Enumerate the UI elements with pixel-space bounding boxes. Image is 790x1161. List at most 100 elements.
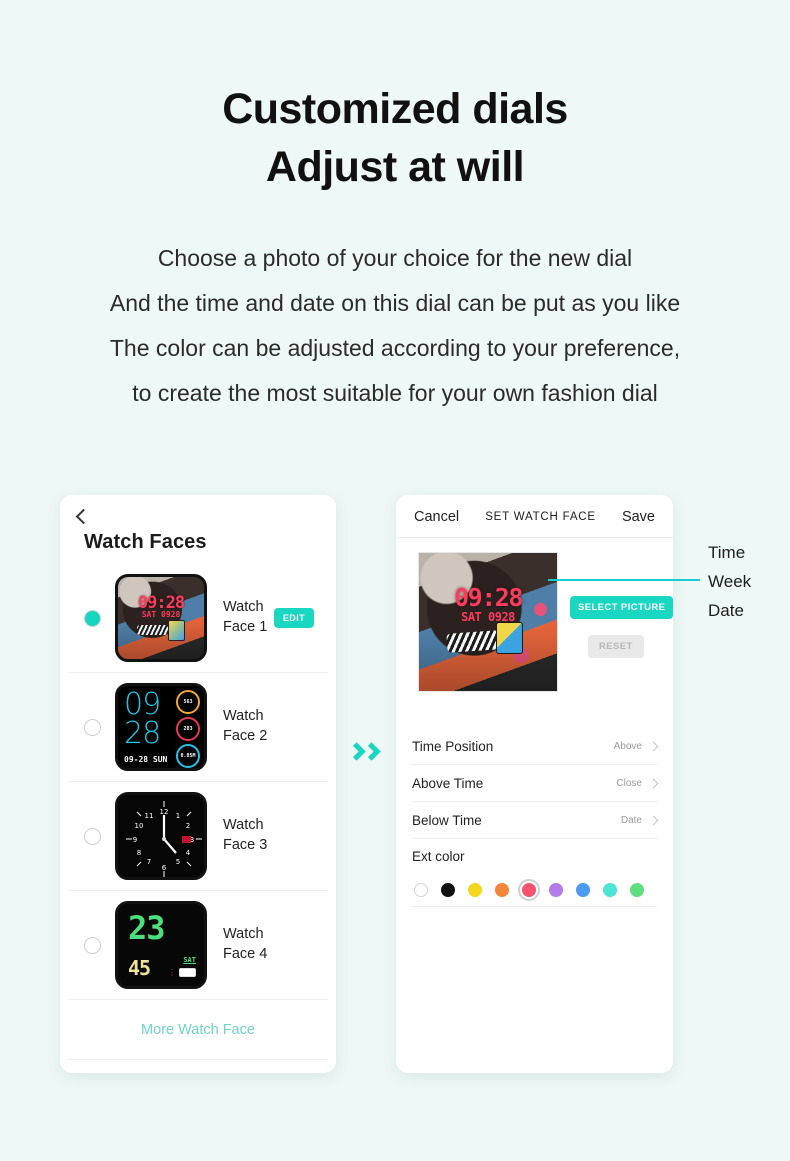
svg-text:11: 11 xyxy=(145,812,154,820)
watch-face-2-label: Watch Face 2 xyxy=(223,707,314,746)
svg-text:8: 8 xyxy=(137,849,141,857)
setting-value: Close xyxy=(616,777,642,789)
label-line-1: Watch xyxy=(223,708,264,725)
digital-minute: 28 xyxy=(124,716,161,751)
watch-face-preview[interactable]: 09:28 SAT 0928 xyxy=(418,552,558,692)
watch-face-3-label: Watch Face 3 xyxy=(223,816,314,855)
preview-dot-shape xyxy=(534,602,548,616)
svg-text:10: 10 xyxy=(135,822,144,830)
reset-button[interactable]: RESET xyxy=(588,635,644,658)
watch-face-4-thumbnail: 23 45 SAT ⋮ xyxy=(115,901,207,989)
watch-face-2-thumbnail: 09 28 563 283 0.05M 09-28 SUN xyxy=(115,683,207,771)
swatch-yellow[interactable] xyxy=(468,882,482,897)
edit-button[interactable]: EDIT xyxy=(273,608,314,628)
label-line-2: Face 3 xyxy=(223,837,268,853)
svg-text:2: 2 xyxy=(186,822,190,830)
subtitle-line-1: Choose a photo of your choice for the ne… xyxy=(157,245,633,271)
set-watch-face-screen: Cancel SET WATCH FACE Save 09:28 SAT 092… xyxy=(396,495,673,1073)
thumb-subtext: SAT 0928 xyxy=(141,609,181,619)
list-item[interactable]: 09:28 SAT 0928 Watch Face 1 EDIT xyxy=(68,564,328,673)
select-picture-button[interactable]: SELECT PICTURE xyxy=(570,596,674,619)
heart-rate-ring: 283 xyxy=(176,717,200,741)
watch-faces-screen: Watch Faces 09:28 SAT 0928 Watch Face 1 xyxy=(60,495,336,1073)
watch-face-3-thumbnail: 12 1 2 3 4 5 6 7 8 9 10 11 xyxy=(115,792,207,880)
swatch-purple[interactable] xyxy=(549,882,563,897)
list-item[interactable]: 12 1 2 3 4 5 6 7 8 9 10 11 Watch Face 3 xyxy=(68,782,328,891)
svg-text:4: 4 xyxy=(186,849,191,857)
svg-text:9: 9 xyxy=(133,836,137,844)
label-line-1: Watch xyxy=(223,599,264,616)
watch-face-1-label: Watch Face 1 xyxy=(223,598,274,637)
photo-phone-shape xyxy=(167,619,185,641)
page-title-line2: Adjust at will xyxy=(265,143,525,192)
photo-watch-face-art: 09:28 SAT 0928 xyxy=(118,577,204,659)
setting-label: Above Time xyxy=(412,775,484,791)
radio-watch-face-3[interactable] xyxy=(84,827,101,845)
ring-3-value: 0.05M xyxy=(180,753,196,759)
digital-date: 09-28 SUN xyxy=(124,755,168,764)
ext-color-row: Ext color xyxy=(412,839,657,873)
watch-face-4-label: Watch Face 4 xyxy=(223,925,314,964)
label-line-2: Face 2 xyxy=(223,728,268,744)
page-title: Customized dials Adjust at will xyxy=(0,80,790,197)
screen-title: SET WATCH FACE xyxy=(485,511,596,523)
page-subtitle: Choose a photo of your choice for the ne… xyxy=(0,236,790,415)
svg-text:12: 12 xyxy=(160,808,169,816)
more-watch-face-link[interactable]: More Watch Face xyxy=(141,1022,255,1038)
label-line-1: Watch xyxy=(223,817,264,834)
battery-icon xyxy=(179,968,196,977)
color-swatch-list xyxy=(412,873,657,907)
list-item[interactable]: 09 28 563 283 0.05M 09-28 SUN Watch Face… xyxy=(68,673,328,782)
radio-watch-face-4[interactable] xyxy=(84,936,101,954)
lcd-day: SAT xyxy=(183,956,196,964)
chevron-left-icon xyxy=(75,508,92,525)
setting-row-time-position[interactable]: Time Position Above xyxy=(412,728,659,765)
annotation-labels: Time Week Date xyxy=(708,538,751,625)
swatch-green[interactable] xyxy=(630,882,644,897)
setting-row-below-time[interactable]: Below Time Date xyxy=(412,802,659,839)
subtitle-line-2: And the time and date on this dial can b… xyxy=(109,289,681,316)
cancel-button[interactable]: Cancel xyxy=(414,509,459,525)
ring-2-value: 283 xyxy=(183,726,193,732)
swatch-blue[interactable] xyxy=(576,882,590,897)
subtitle-line-4: to create the most suitable for your own… xyxy=(132,379,658,406)
swatch-pink[interactable] xyxy=(518,878,540,901)
watch-face-1-thumbnail: 09:28 SAT 0928 xyxy=(115,574,207,662)
watch-face-list: 09:28 SAT 0928 Watch Face 1 EDIT 09 28 5… xyxy=(60,564,336,1060)
setting-right: Above xyxy=(614,741,659,752)
svg-text:1: 1 xyxy=(176,812,180,820)
radio-watch-face-1[interactable] xyxy=(84,609,101,627)
double-chevron-right-icon xyxy=(347,742,381,761)
setting-right: Date xyxy=(621,815,659,826)
setting-row-above-time[interactable]: Above Time Close xyxy=(412,765,659,802)
back-button[interactable] xyxy=(60,495,336,529)
svg-text:7: 7 xyxy=(147,858,151,866)
chevron-2 xyxy=(362,742,381,761)
swatch-white[interactable] xyxy=(414,882,428,897)
preview-stripe-shape xyxy=(445,629,500,653)
watch-faces-title: Watch Faces xyxy=(84,531,207,553)
distance-ring: 0.05M xyxy=(176,744,200,768)
lcd-hour: 23 xyxy=(128,909,166,947)
digital-watch-face-art: 09 28 563 283 0.05M 09-28 SUN xyxy=(118,686,204,768)
radio-watch-face-2[interactable] xyxy=(84,718,101,736)
subtitle-line-3: The color can be adjusted according to y… xyxy=(109,334,681,361)
lcd-watch-face-art: 23 45 SAT ⋮ xyxy=(118,904,204,986)
label-line-1: Watch xyxy=(223,926,264,943)
annotation-week: Week xyxy=(708,572,752,591)
list-item[interactable]: 23 45 SAT ⋮ Watch Face 4 xyxy=(68,891,328,1000)
swatch-orange[interactable] xyxy=(495,882,509,897)
swatch-cyan[interactable] xyxy=(603,882,617,897)
more-watch-face-row[interactable]: More Watch Face xyxy=(68,1000,328,1060)
setting-label: Below Time xyxy=(412,812,482,828)
settings-list: Time Position Above Above Time Close Bel… xyxy=(396,728,673,907)
bluetooth-icon: ⋮ xyxy=(168,968,176,977)
label-line-2: Face 1 xyxy=(223,619,268,635)
preview-area: 09:28 SAT 0928 xyxy=(396,538,673,728)
setting-label: Time Position xyxy=(412,738,494,754)
analog-clock-svg: 12 1 2 3 4 5 6 7 8 9 10 11 xyxy=(126,801,202,877)
page-title-line1: Customized dials xyxy=(222,85,568,133)
save-button[interactable]: Save xyxy=(622,509,655,525)
swatch-black[interactable] xyxy=(441,882,455,897)
preview-time-text: 09:28 xyxy=(454,583,523,613)
